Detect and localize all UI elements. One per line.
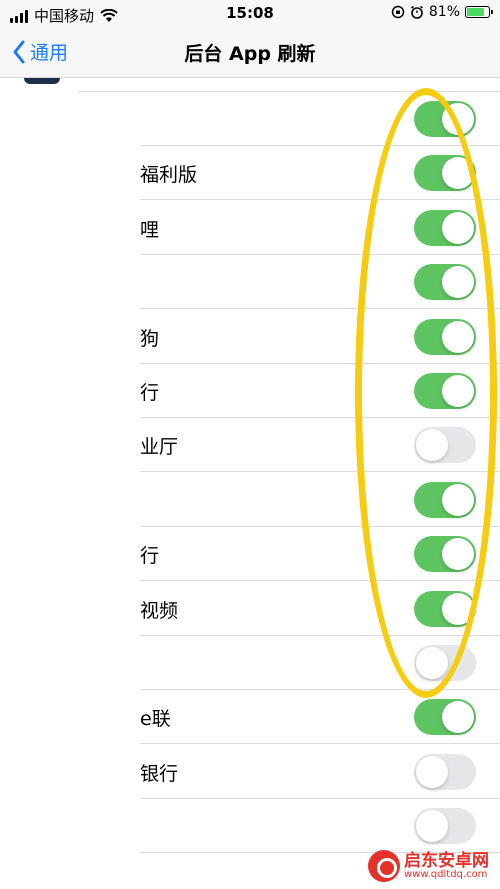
orientation-lock-icon <box>391 5 405 19</box>
toggle-knob <box>442 103 474 135</box>
battery-fill <box>467 8 484 16</box>
app-name: 行 <box>140 382 160 404</box>
toggle-knob <box>442 375 474 407</box>
app-icon <box>24 78 60 84</box>
app-row: 业厅 <box>140 418 500 473</box>
toggle-knob <box>416 810 448 843</box>
toggle-knob <box>416 755 448 788</box>
app-row <box>140 255 500 310</box>
watermark: 启东安卓网 www.qdltdq.com <box>368 850 489 882</box>
toggle-knob <box>442 538 474 571</box>
app-row: e联 <box>140 690 500 745</box>
app-row <box>140 636 500 690</box>
app-name: e联 <box>140 708 171 731</box>
background-refresh-toggle[interactable] <box>414 264 476 301</box>
background-refresh-toggle[interactable] <box>414 808 476 845</box>
app-name: 狗 <box>140 327 160 350</box>
toggle-knob <box>416 429 448 462</box>
toggle-knob <box>442 592 474 625</box>
background-refresh-toggle[interactable] <box>414 753 476 790</box>
status-bar: 中国移动 15:08 81% <box>0 0 500 28</box>
watermark-url: www.qdltdq.com <box>404 868 488 880</box>
app-row: 视频 <box>140 582 500 636</box>
toggle-knob <box>416 647 448 679</box>
toggle-knob <box>442 320 474 353</box>
app-row <box>140 799 500 854</box>
app-row: 行 <box>140 364 500 418</box>
alarm-icon <box>410 5 423 19</box>
page-title: 后台 App 刷新 <box>184 43 316 65</box>
toggle-knob <box>442 483 474 516</box>
background-refresh-toggle[interactable] <box>414 427 476 464</box>
app-row <box>140 473 500 527</box>
app-name: 视频 <box>140 599 179 622</box>
background-refresh-toggle[interactable] <box>414 155 476 192</box>
background-refresh-toggle[interactable] <box>414 373 476 409</box>
toggle-knob <box>442 701 474 734</box>
background-refresh-toggle[interactable] <box>414 209 476 246</box>
battery-percent: 81% <box>428 4 460 20</box>
toggle-knob <box>442 266 474 299</box>
background-refresh-toggle[interactable] <box>414 536 476 573</box>
background-refresh-toggle[interactable] <box>414 645 476 681</box>
toggle-knob <box>442 211 474 244</box>
app-row: 银行 <box>140 745 500 799</box>
background-refresh-toggle[interactable] <box>414 481 476 518</box>
watermark-logo-icon <box>368 850 400 882</box>
app-row: 狗 <box>140 310 500 364</box>
background-refresh-toggle[interactable] <box>414 318 476 355</box>
toggle-knob <box>442 157 474 190</box>
app-name: 业厅 <box>140 436 179 459</box>
background-refresh-toggle[interactable] <box>414 699 476 736</box>
background-refresh-toggle[interactable] <box>414 590 476 627</box>
watermark-text: 启东安卓网 www.qdltdq.com <box>404 850 489 880</box>
app-row <box>140 92 500 146</box>
app-name: 哩 <box>140 218 160 241</box>
status-right: 81% <box>391 4 493 20</box>
navigation-bar: 通用 后台 App 刷新 <box>0 28 500 78</box>
watermark-name: 启东安卓网 <box>404 850 489 871</box>
app-name: 福利版 <box>140 164 198 187</box>
app-row: 福利版 <box>140 146 500 201</box>
background-refresh-toggle[interactable] <box>414 101 476 137</box>
app-row: 行 <box>140 527 500 582</box>
app-name: 银行 <box>140 762 179 785</box>
battery-icon <box>465 6 493 18</box>
app-row: 哩 <box>140 201 500 255</box>
app-name: 行 <box>140 545 160 568</box>
